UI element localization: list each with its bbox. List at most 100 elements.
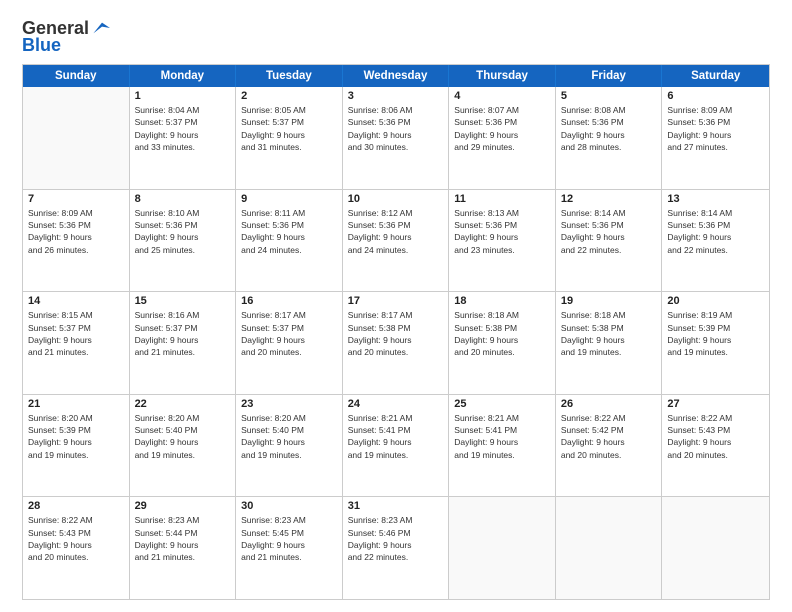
day-number: 3 (348, 90, 444, 102)
day-info: Sunrise: 8:21 AMSunset: 5:41 PMDaylight:… (348, 412, 444, 461)
calendar-cell: 30 Sunrise: 8:23 AMSunset: 5:45 PMDayligh… (236, 497, 343, 599)
day-info: Sunrise: 8:10 AMSunset: 5:36 PMDaylight:… (135, 207, 231, 256)
day-number: 13 (667, 193, 764, 205)
calendar-row: 1 Sunrise: 8:04 AMSunset: 5:37 PMDaylight… (23, 87, 769, 190)
day-info: Sunrise: 8:17 AMSunset: 5:38 PMDaylight:… (348, 309, 444, 358)
day-number: 31 (348, 500, 444, 512)
day-number: 17 (348, 295, 444, 307)
calendar-cell: 10 Sunrise: 8:12 AMSunset: 5:36 PMDayligh… (343, 190, 450, 292)
calendar-cell (23, 87, 130, 189)
calendar-body: 1 Sunrise: 8:04 AMSunset: 5:37 PMDaylight… (23, 87, 769, 599)
day-info: Sunrise: 8:12 AMSunset: 5:36 PMDaylight:… (348, 207, 444, 256)
logo-icon (90, 18, 110, 38)
calendar-row: 21Sunrise: 8:20 AMSunset: 5:39 PMDayligh… (23, 395, 769, 498)
day-number: 7 (28, 193, 124, 205)
day-number: 28 (28, 500, 124, 512)
calendar-cell: 9Sunrise: 8:11 AMSunset: 5:36 PMDaylight… (236, 190, 343, 292)
calendar-cell: 8 Sunrise: 8:10 AMSunset: 5:36 PMDaylight… (130, 190, 237, 292)
day-number: 14 (28, 295, 124, 307)
calendar-cell: 15Sunrise: 8:16 AMSunset: 5:37 PMDayligh… (130, 292, 237, 394)
day-number: 5 (561, 90, 657, 102)
day-number: 19 (561, 295, 657, 307)
day-info: Sunrise: 8:16 AMSunset: 5:37 PMDaylight:… (135, 309, 231, 358)
weekday-header: Friday (556, 65, 663, 87)
calendar-cell: 29Sunrise: 8:23 AMSunset: 5:44 PMDayligh… (130, 497, 237, 599)
day-number: 1 (135, 90, 231, 102)
day-info: Sunrise: 8:20 AMSunset: 5:40 PMDaylight:… (135, 412, 231, 461)
day-info: Sunrise: 8:05 AMSunset: 5:37 PMDaylight:… (241, 104, 337, 153)
day-number: 10 (348, 193, 444, 205)
calendar-cell: 31 Sunrise: 8:23 AMSunset: 5:46 PMDayligh… (343, 497, 450, 599)
weekday-header: Wednesday (343, 65, 450, 87)
day-number: 27 (667, 398, 764, 410)
calendar-cell: 28 Sunrise: 8:22 AMSunset: 5:43 PMDayligh… (23, 497, 130, 599)
calendar-cell: 3 Sunrise: 8:06 AMSunset: 5:36 PMDaylight… (343, 87, 450, 189)
day-info: Sunrise: 8:18 AMSunset: 5:38 PMDaylight:… (454, 309, 550, 358)
calendar-row: 28 Sunrise: 8:22 AMSunset: 5:43 PMDayligh… (23, 497, 769, 599)
day-number: 8 (135, 193, 231, 205)
day-info: Sunrise: 8:22 AMSunset: 5:43 PMDaylight:… (667, 412, 764, 461)
day-number: 18 (454, 295, 550, 307)
day-number: 25 (454, 398, 550, 410)
calendar-row: 7 Sunrise: 8:09 AMSunset: 5:36 PMDaylight… (23, 190, 769, 293)
weekday-header: Saturday (662, 65, 769, 87)
day-info: Sunrise: 8:09 AMSunset: 5:36 PMDaylight:… (28, 207, 124, 256)
calendar-cell: 24 Sunrise: 8:21 AMSunset: 5:41 PMDayligh… (343, 395, 450, 497)
day-info: Sunrise: 8:15 AMSunset: 5:37 PMDaylight:… (28, 309, 124, 358)
calendar-cell: 25 Sunrise: 8:21 AMSunset: 5:41 PMDayligh… (449, 395, 556, 497)
day-number: 6 (667, 90, 764, 102)
calendar-cell: 1 Sunrise: 8:04 AMSunset: 5:37 PMDaylight… (130, 87, 237, 189)
day-number: 22 (135, 398, 231, 410)
calendar-cell: 26Sunrise: 8:22 AMSunset: 5:42 PMDayligh… (556, 395, 663, 497)
day-info: Sunrise: 8:07 AMSunset: 5:36 PMDaylight:… (454, 104, 550, 153)
logo: General Blue (22, 18, 110, 54)
calendar-cell: 20Sunrise: 8:19 AMSunset: 5:39 PMDayligh… (662, 292, 769, 394)
day-info: Sunrise: 8:14 AMSunset: 5:36 PMDaylight:… (561, 207, 657, 256)
day-info: Sunrise: 8:22 AMSunset: 5:43 PMDaylight:… (28, 514, 124, 563)
day-info: Sunrise: 8:20 AMSunset: 5:40 PMDaylight:… (241, 412, 337, 461)
day-number: 30 (241, 500, 337, 512)
day-number: 26 (561, 398, 657, 410)
calendar: SundayMondayTuesdayWednesdayThursdayFrid… (22, 64, 770, 600)
day-number: 20 (667, 295, 764, 307)
weekday-header: Sunday (23, 65, 130, 87)
calendar-cell: 13 Sunrise: 8:14 AMSunset: 5:36 PMDayligh… (662, 190, 769, 292)
calendar-cell: 2 Sunrise: 8:05 AMSunset: 5:37 PMDaylight… (236, 87, 343, 189)
day-number: 4 (454, 90, 550, 102)
day-info: Sunrise: 8:13 AMSunset: 5:36 PMDaylight:… (454, 207, 550, 256)
day-info: Sunrise: 8:11 AMSunset: 5:36 PMDaylight:… (241, 207, 337, 256)
day-info: Sunrise: 8:21 AMSunset: 5:41 PMDaylight:… (454, 412, 550, 461)
calendar-cell: 21Sunrise: 8:20 AMSunset: 5:39 PMDayligh… (23, 395, 130, 497)
calendar-cell: 23 Sunrise: 8:20 AMSunset: 5:40 PMDayligh… (236, 395, 343, 497)
weekday-header: Monday (130, 65, 237, 87)
calendar-cell: 17 Sunrise: 8:17 AMSunset: 5:38 PMDayligh… (343, 292, 450, 394)
day-info: Sunrise: 8:17 AMSunset: 5:37 PMDaylight:… (241, 309, 337, 358)
calendar-cell: 19 Sunrise: 8:18 AMSunset: 5:38 PMDayligh… (556, 292, 663, 394)
day-info: Sunrise: 8:23 AMSunset: 5:45 PMDaylight:… (241, 514, 337, 563)
day-info: Sunrise: 8:06 AMSunset: 5:36 PMDaylight:… (348, 104, 444, 153)
calendar-cell: 4 Sunrise: 8:07 AMSunset: 5:36 PMDaylight… (449, 87, 556, 189)
day-number: 23 (241, 398, 337, 410)
day-info: Sunrise: 8:04 AMSunset: 5:37 PMDaylight:… (135, 104, 231, 153)
day-number: 12 (561, 193, 657, 205)
weekday-header: Tuesday (236, 65, 343, 87)
calendar-cell: 5 Sunrise: 8:08 AMSunset: 5:36 PMDaylight… (556, 87, 663, 189)
day-info: Sunrise: 8:08 AMSunset: 5:36 PMDaylight:… (561, 104, 657, 153)
day-info: Sunrise: 8:09 AMSunset: 5:36 PMDaylight:… (667, 104, 764, 153)
day-number: 16 (241, 295, 337, 307)
calendar-cell: 18 Sunrise: 8:18 AMSunset: 5:38 PMDayligh… (449, 292, 556, 394)
day-number: 29 (135, 500, 231, 512)
calendar-cell (449, 497, 556, 599)
day-info: Sunrise: 8:18 AMSunset: 5:38 PMDaylight:… (561, 309, 657, 358)
day-info: Sunrise: 8:14 AMSunset: 5:36 PMDaylight:… (667, 207, 764, 256)
calendar-cell: 11Sunrise: 8:13 AMSunset: 5:36 PMDayligh… (449, 190, 556, 292)
day-number: 24 (348, 398, 444, 410)
calendar-cell: 14 Sunrise: 8:15 AMSunset: 5:37 PMDayligh… (23, 292, 130, 394)
calendar-cell: 27 Sunrise: 8:22 AMSunset: 5:43 PMDayligh… (662, 395, 769, 497)
logo-blue-text: Blue (22, 36, 110, 54)
calendar-cell: 16 Sunrise: 8:17 AMSunset: 5:37 PMDayligh… (236, 292, 343, 394)
day-number: 21 (28, 398, 124, 410)
weekday-header: Thursday (449, 65, 556, 87)
day-number: 2 (241, 90, 337, 102)
day-info: Sunrise: 8:23 AMSunset: 5:46 PMDaylight:… (348, 514, 444, 563)
